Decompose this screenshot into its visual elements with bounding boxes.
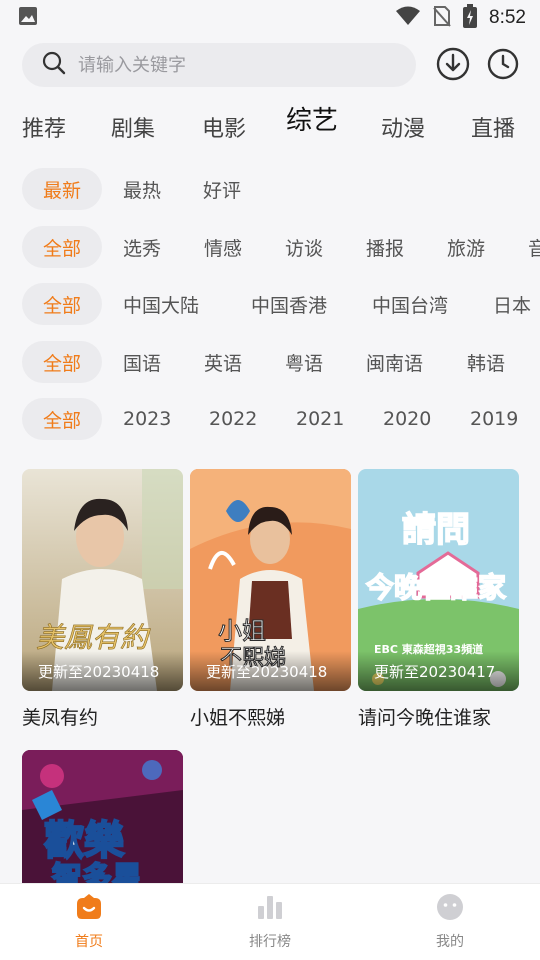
filter-chip-talk-show[interactable]: 访谈 [285,226,323,268]
filter-chip-taiwan[interactable]: 中国台湾 [372,283,448,325]
show-card[interactable]: 小姐 不熙娣 更新至20230418 小姐不熙娣 [190,469,351,730]
tabbar-item-home[interactable]: 首页 [44,894,134,951]
filter-chip-japan[interactable]: 日本 [493,283,531,325]
tabbar-label: 排行榜 [249,934,291,950]
poster-logo-text: 美鳳有約 [36,621,151,654]
filter-chip-music[interactable]: 音 [528,226,540,268]
no-sim-icon [433,5,451,31]
ranking-icon [256,894,284,924]
filter-chip-english[interactable]: 英语 [204,341,242,383]
search-box[interactable] [22,43,416,87]
update-badge: 更新至20230418 [190,651,351,691]
tab-variety[interactable]: 综艺 [286,100,338,137]
filter-chip-top-rated[interactable]: 好评 [203,168,241,210]
language-filter-row: 全部 国语 英语 粤语 闽南语 韩语 [22,341,540,383]
filter-chip-travel[interactable]: 旅游 [447,226,485,268]
show-poster[interactable]: 美鳳有約 更新至20230418 [22,469,183,691]
filter-chip-hottest[interactable]: 最热 [123,168,161,210]
filter-chip-2019[interactable]: 2019 [470,398,518,440]
filter-chip-broadcast[interactable]: 播报 [366,226,404,268]
home-icon [75,894,103,924]
show-title[interactable]: 美凤有约 [22,703,183,730]
battery-charging-icon [463,4,478,32]
status-bar: 8:52 [0,0,540,36]
search-input[interactable] [78,54,378,76]
profile-icon [436,894,464,924]
poster-logo-text: 小姐 [218,617,266,645]
tab-live[interactable]: 直播 [471,111,515,143]
filter-chip-korean[interactable]: 韩语 [467,341,505,383]
update-badge: 更新至20230418 [22,651,183,691]
filter-chip-hongkong[interactable]: 中国香港 [251,283,327,325]
filter-chip-2023[interactable]: 2023 [123,398,171,440]
filter-chip-2020[interactable]: 2020 [383,398,431,440]
filter-chip-mainland[interactable]: 中国大陆 [123,283,199,325]
history-clock-icon[interactable] [486,47,520,81]
tabbar-item-profile[interactable]: 我的 [405,894,495,951]
filter-chip-region-all[interactable]: 全部 [22,283,102,325]
filter-chip-language-all[interactable]: 全部 [22,341,102,383]
tab-movies[interactable]: 电影 [202,111,246,143]
tab-series[interactable]: 剧集 [111,111,155,143]
poster-logo-text: 請問 [402,510,470,550]
show-card[interactable]: 美鳳有約 更新至20230418 美凤有约 [22,469,183,730]
status-time: 8:52 [489,7,526,28]
year-filter-row: 全部 2023 2022 2021 2020 2019 [22,398,540,440]
filter-chip-talent-show[interactable]: 选秀 [123,226,161,268]
download-icon[interactable] [436,47,470,81]
sort-filter-row: 最新 最热 好评 [22,168,540,210]
filter-chip-emotion[interactable]: 情感 [204,226,242,268]
filter-chip-genre-all[interactable]: 全部 [22,226,102,268]
svg-text:今晚住誰家: 今晚住誰家 [366,571,506,604]
filter-chip-year-all[interactable]: 全部 [22,398,102,440]
show-title[interactable]: 小姐不熙娣 [190,703,351,730]
poster-logo-text: 歡樂 [44,818,125,864]
filter-chip-2021[interactable]: 2021 [296,398,344,440]
show-title[interactable]: 请问今晚住谁家 [358,703,519,730]
region-filter-row: 全部 中国大陆 中国香港 中国台湾 日本 [22,283,540,325]
gallery-notification-icon [18,6,38,30]
category-tabs: 推荐 剧集 电影 综艺 动漫 直播 [0,104,540,150]
genre-filter-row: 全部 选秀 情感 访谈 播报 旅游 音 [22,226,540,268]
show-card[interactable]: 請問 今晚住誰家 EBC 東森超視33頻道 更新至20230417 请问今晚住谁… [358,469,519,730]
tabbar-label: 我的 [436,934,464,950]
filter-chip-hokkien[interactable]: 闽南语 [366,341,423,383]
wifi-icon [395,6,421,30]
tab-anime[interactable]: 动漫 [381,111,425,143]
update-badge: 更新至20230417 [358,651,519,691]
filter-chip-2022[interactable]: 2022 [209,398,257,440]
search-row [22,43,522,87]
tabbar-label: 首页 [75,934,103,950]
tab-recommend[interactable]: 推荐 [22,111,66,143]
filter-chip-cantonese[interactable]: 粤语 [285,341,323,383]
search-icon [42,51,66,79]
show-poster[interactable]: 請問 今晚住誰家 EBC 東森超視33頻道 更新至20230417 [358,469,519,691]
filter-chip-latest[interactable]: 最新 [22,168,102,210]
show-poster[interactable]: 小姐 不熙娣 更新至20230418 [190,469,351,691]
tabbar-item-ranking[interactable]: 排行榜 [225,894,315,951]
filter-chip-mandarin[interactable]: 国语 [123,341,161,383]
bottom-tab-bar: 首页 排行榜 我的 [0,883,540,960]
